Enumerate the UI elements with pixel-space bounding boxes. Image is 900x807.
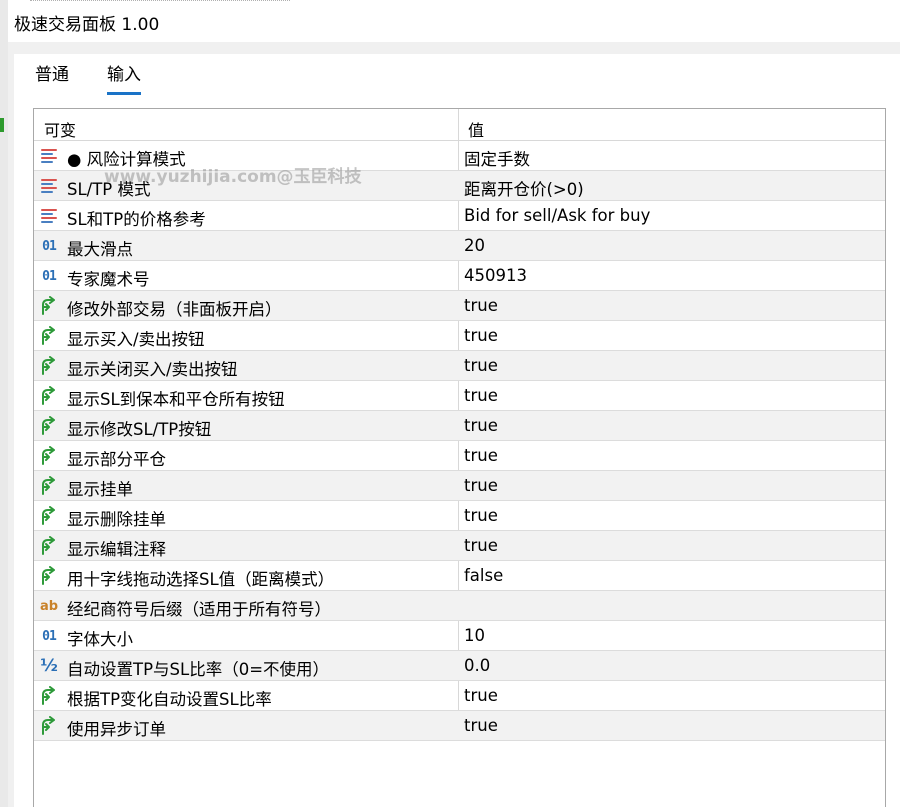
- bool-icon: [39, 566, 59, 586]
- row-variable-name: 显示编辑注释: [67, 540, 166, 559]
- row-value[interactable]: 450913: [464, 266, 527, 285]
- window-title: 极速交易面板 1.00: [14, 15, 160, 35]
- integer-icon: 01: [42, 238, 57, 254]
- row-variable-name: 显示部分平仓: [67, 450, 166, 469]
- tab-common[interactable]: 普通: [35, 60, 69, 92]
- table-row[interactable]: 01 专家魔术号 450913: [34, 261, 885, 291]
- row-value[interactable]: false: [464, 566, 503, 585]
- row-value[interactable]: 距离开仓价(>0): [464, 176, 584, 200]
- table-row[interactable]: 显示SL到保本和平仓所有按钮 true: [34, 381, 885, 411]
- title-bar: 极速交易面板 1.00: [0, 0, 900, 42]
- row-variable-name: 自动设置TP与SL比率（0=不使用）: [67, 660, 330, 679]
- inputs-grid: 可变 值 ● 风险计算模式 固定手数 SL/TP 模式 距离开仓价(>0) SL和TP的…: [33, 108, 886, 807]
- row-value[interactable]: true: [464, 326, 498, 345]
- left-edge-marker: [0, 118, 4, 132]
- left-edge-strip: [0, 0, 8, 807]
- bool-icon: [39, 536, 59, 556]
- row-value[interactable]: true: [464, 356, 498, 375]
- bool-icon: [39, 686, 59, 706]
- row-variable-name: SL和TP的价格参考: [67, 210, 206, 229]
- table-row[interactable]: 修改外部交易（非面板开启） true: [34, 291, 885, 321]
- table-row[interactable]: 用十字线拖动选择SL值（距离模式） false: [34, 561, 885, 591]
- row-value[interactable]: true: [464, 536, 498, 555]
- bool-icon: [39, 716, 59, 736]
- row-variable-name: 根据TP变化自动设置SL比率: [67, 690, 272, 709]
- row-value[interactable]: true: [464, 386, 498, 405]
- row-variable-name: 用十字线拖动选择SL值（距离模式）: [67, 570, 335, 589]
- table-row[interactable]: 01 最大滑点 20: [34, 231, 885, 261]
- row-value[interactable]: 20: [464, 236, 485, 255]
- bool-icon: [39, 326, 59, 346]
- table-row[interactable]: 根据TP变化自动设置SL比率 true: [34, 681, 885, 711]
- table-row[interactable]: 使用异步订单 true: [34, 711, 885, 741]
- table-row[interactable]: 显示部分平仓 true: [34, 441, 885, 471]
- row-value[interactable]: 固定手数: [464, 146, 530, 170]
- double-icon: ½: [40, 656, 58, 676]
- row-value[interactable]: 10: [464, 626, 485, 645]
- row-value[interactable]: true: [464, 716, 498, 735]
- bool-icon: [39, 416, 59, 436]
- table-row[interactable]: 显示删除挂单 true: [34, 501, 885, 531]
- row-variable-name: 专家魔术号: [67, 270, 150, 289]
- row-variable-name: 显示删除挂单: [67, 510, 166, 529]
- row-variable-name: 字体大小: [67, 630, 133, 649]
- title-decoration: [30, 0, 290, 3]
- tab-inputs[interactable]: 输入: [107, 60, 141, 95]
- tab-bar: 普通 输入: [14, 54, 900, 95]
- header-variable[interactable]: 可变: [44, 117, 76, 141]
- row-variable-name: 显示买入/卖出按钮: [67, 330, 205, 349]
- row-value[interactable]: true: [464, 506, 498, 525]
- row-variable-name: 显示关闭买入/卖出按钮: [67, 360, 238, 379]
- table-row[interactable]: 01 字体大小 10: [34, 621, 885, 651]
- row-value[interactable]: true: [464, 686, 498, 705]
- row-variable-name: 显示修改SL/TP按钮: [67, 420, 212, 439]
- row-value[interactable]: true: [464, 476, 498, 495]
- enum-icon: [39, 176, 59, 196]
- table-row[interactable]: 显示修改SL/TP按钮 true: [34, 411, 885, 441]
- watermark: www.yuzhijia.com@玉臣科技: [104, 167, 362, 187]
- table-row[interactable]: 显示编辑注释 true: [34, 531, 885, 561]
- table-row[interactable]: SL和TP的价格参考 Bid for sell/Ask for buy: [34, 201, 885, 231]
- table-row[interactable]: 显示买入/卖出按钮 true: [34, 321, 885, 351]
- grid-header: 可变 值: [34, 109, 885, 141]
- header-value[interactable]: 值: [468, 117, 484, 141]
- table-row[interactable]: ab 经纪商符号后缀（适用于所有符号）: [34, 591, 885, 621]
- row-variable-name: 修改外部交易（非面板开启）: [67, 300, 282, 319]
- bool-icon: [39, 476, 59, 496]
- row-value[interactable]: Bid for sell/Ask for buy: [464, 206, 650, 225]
- row-value[interactable]: true: [464, 296, 498, 315]
- bool-icon: [39, 386, 59, 406]
- row-variable-name: 经纪商符号后缀（适用于所有符号）: [67, 600, 331, 619]
- bool-icon: [39, 446, 59, 466]
- integer-icon: 01: [42, 628, 57, 644]
- row-value[interactable]: 0.0: [464, 656, 490, 675]
- bool-icon: [39, 296, 59, 316]
- table-row[interactable]: 显示挂单 true: [34, 471, 885, 501]
- row-variable-name: 显示挂单: [67, 480, 133, 499]
- bool-icon: [39, 356, 59, 376]
- table-row[interactable]: ½ 自动设置TP与SL比率（0=不使用） 0.0: [34, 651, 885, 681]
- enum-icon: [39, 206, 59, 226]
- row-value[interactable]: true: [464, 416, 498, 435]
- integer-icon: 01: [42, 268, 57, 284]
- row-variable-name: 最大滑点: [67, 240, 133, 259]
- row-variable-name: 使用异步订单: [67, 720, 166, 739]
- row-value[interactable]: true: [464, 446, 498, 465]
- enum-icon: [39, 146, 59, 166]
- table-row[interactable]: 显示关闭买入/卖出按钮 true: [34, 351, 885, 381]
- bool-icon: [39, 506, 59, 526]
- row-variable-name: 显示SL到保本和平仓所有按钮: [67, 390, 285, 409]
- string-icon: ab: [39, 598, 59, 614]
